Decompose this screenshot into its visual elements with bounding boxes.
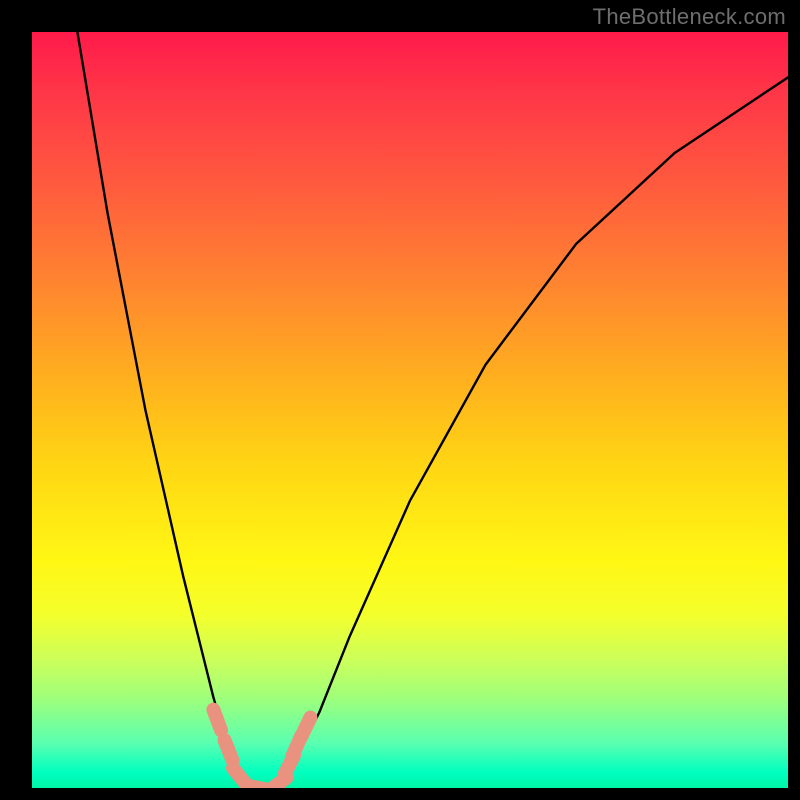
highlight-marker [213,710,221,731]
highlight-marker [301,718,311,738]
chart-frame: TheBottleneck.com [0,0,800,800]
curve-layer [32,32,788,788]
bottleneck-curve [77,32,788,788]
plot-area [32,32,788,788]
highlight-marker [225,740,233,760]
attribution-label: TheBottleneck.com [593,4,786,30]
